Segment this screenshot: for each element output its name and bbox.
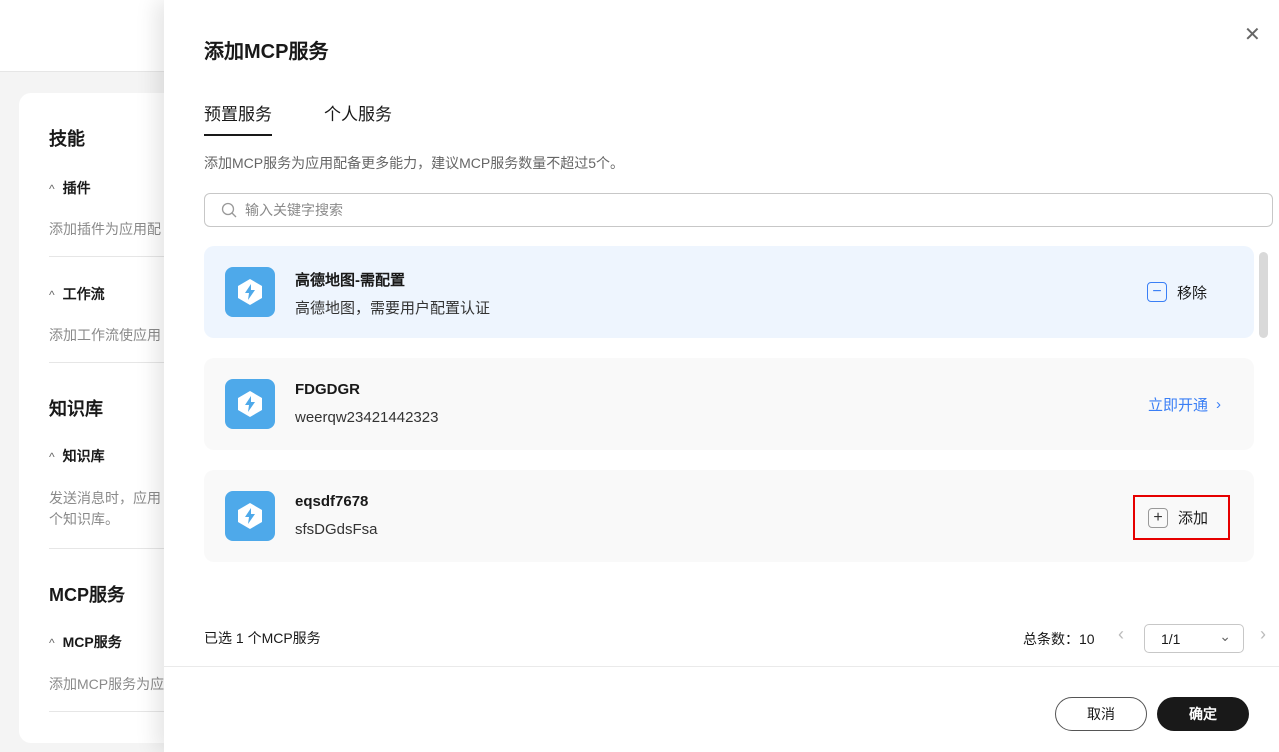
plugin-label: 插件 <box>62 180 91 196</box>
tab-personal[interactable]: 个人服务 <box>324 100 392 134</box>
chevron-down-icon: ⌄ <box>1219 628 1231 644</box>
cancel-button[interactable]: 取消 <box>1055 697 1147 731</box>
mcp-item-desc: 高德地图，需要用户配置认证 <box>295 300 491 317</box>
chevron-up-icon: ^ <box>49 450 55 464</box>
chevron-up-icon: ^ <box>49 636 55 650</box>
workflow-desc: 添加工作流使应用 <box>49 327 161 343</box>
drawer-title: 添加MCP服务 <box>204 41 329 63</box>
remove-button[interactable]: − 移除 <box>1147 246 1207 338</box>
mcp-logo-icon <box>225 267 275 317</box>
scrollbar[interactable] <box>1259 252 1268 338</box>
workflow-label: 工作流 <box>62 286 105 302</box>
mcp-heading: MCP服务 <box>49 585 125 605</box>
mcp-item-desc: sfsDGdsFsa <box>295 521 378 538</box>
chevron-right-icon: › <box>1216 395 1222 413</box>
confirm-button[interactable]: 确定 <box>1157 697 1249 731</box>
selected-count: 已选 1 个MCP服务 <box>204 630 321 646</box>
plugin-section-toggle[interactable]: ^ 插件 <box>49 178 91 198</box>
close-icon[interactable]: ✕ <box>1244 22 1261 47</box>
total-count: 总条数：10 <box>1023 631 1095 647</box>
minus-icon: − <box>1147 282 1167 302</box>
mcp-item: FDGDGR weerqw23421442323 立即开通 › <box>204 358 1254 450</box>
add-mcp-drawer: 添加MCP服务 ✕ 预置服务 个人服务 添加MCP服务为应用配备更多能力，建议M… <box>164 0 1279 752</box>
activate-label: 立即开通 <box>1148 396 1209 414</box>
workflow-section-toggle[interactable]: ^ 工作流 <box>49 284 105 304</box>
mcp-item-desc: weerqw23421442323 <box>295 409 439 426</box>
mcp-logo-icon <box>225 379 275 429</box>
mcp-label: MCP服务 <box>62 634 122 650</box>
kb-section-toggle[interactable]: ^ 知识库 <box>49 446 105 466</box>
add-button[interactable]: + 添加 <box>1133 495 1230 540</box>
kb-heading: 知识库 <box>49 399 103 419</box>
plus-icon: + <box>1148 507 1168 528</box>
tab-preset[interactable]: 预置服务 <box>204 100 272 136</box>
chevron-up-icon: ^ <box>49 182 55 196</box>
footer-divider <box>164 666 1279 667</box>
search-box[interactable] <box>204 193 1273 227</box>
drawer-description: 添加MCP服务为应用配备更多能力，建议MCP服务数量不超过5个。 <box>204 155 625 171</box>
remove-label: 移除 <box>1177 284 1208 302</box>
prev-page-icon[interactable]: ‹ <box>1118 624 1124 645</box>
mcp-item: eqsdf7678 sfsDGdsFsa + 添加 <box>204 470 1254 562</box>
chevron-up-icon: ^ <box>49 288 55 302</box>
skills-heading: 技能 <box>49 129 85 149</box>
kb-label: 知识库 <box>62 448 105 464</box>
mcp-item: 高德地图-需配置 高德地图，需要用户配置认证 − 移除 <box>204 246 1254 338</box>
mcp-logo-icon <box>225 491 275 541</box>
mcp-item-name: FDGDGR <box>295 381 360 398</box>
mcp-section-toggle[interactable]: ^ MCP服务 <box>49 632 122 652</box>
next-page-icon[interactable]: › <box>1260 624 1266 645</box>
search-icon <box>221 202 237 218</box>
mcp-desc: 添加MCP服务为应 <box>49 676 165 692</box>
page-select[interactable]: 1/1 ⌄ <box>1144 624 1244 653</box>
kb-desc: 发送消息时，应用 个知识库。 <box>49 490 161 527</box>
search-input[interactable] <box>245 202 1145 218</box>
page-value: 1/1 <box>1161 631 1181 647</box>
mcp-item-name: 高德地图-需配置 <box>295 272 405 289</box>
add-label: 添加 <box>1178 510 1209 527</box>
mcp-item-name: eqsdf7678 <box>295 493 369 510</box>
activate-link[interactable]: 立即开通 › <box>1148 358 1221 450</box>
plugin-desc: 添加插件为应用配 <box>49 221 161 237</box>
